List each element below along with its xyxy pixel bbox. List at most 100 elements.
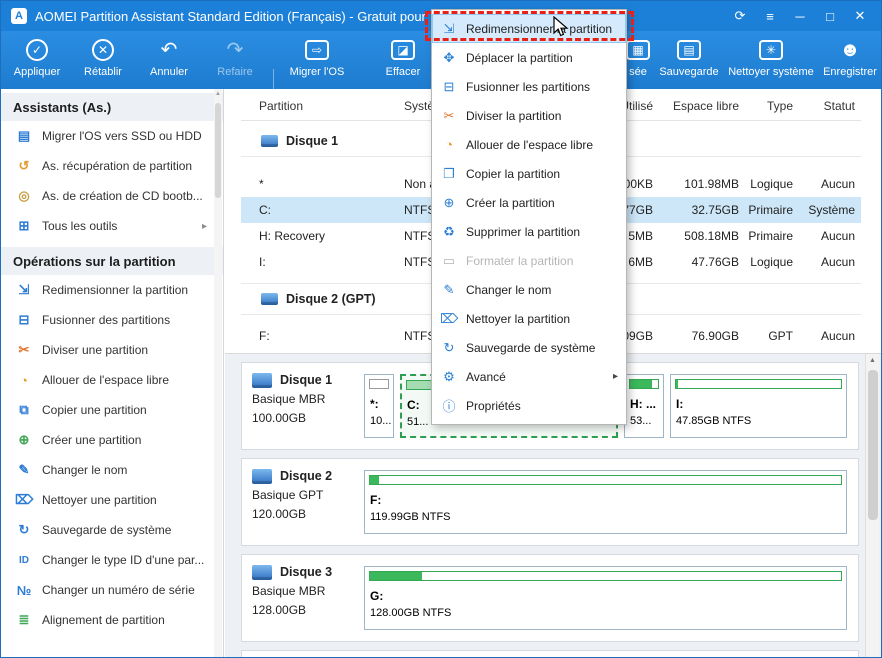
partition-block-unallocated[interactable]: *: 10...	[364, 374, 394, 438]
app-window: A AOMEI Partition Assistant Standard Edi…	[0, 0, 882, 658]
wipe-partition-icon: ⌦	[15, 492, 34, 507]
hamburger-menu-icon[interactable]: ≡	[755, 9, 785, 24]
context-menu: ⇲ Redimensionner la partition ✥ Déplacer…	[431, 9, 627, 425]
resize-partition-icon: ⇲	[443, 20, 455, 36]
partition-block-i[interactable]: I: 47.85GB NTFS	[670, 374, 847, 438]
toolbar-button-backup[interactable]: ▤ Sauvegarde	[657, 35, 721, 87]
copy-partition-icon: ❐	[443, 165, 455, 181]
format-partition-icon: ▭	[442, 252, 456, 268]
delete-partition-icon: ♻	[443, 223, 455, 239]
sidebar-item-rename[interactable]: ✎ Changer le nom	[1, 455, 223, 485]
toolbar-button-register[interactable]: ☻ Enregistrer	[821, 35, 879, 87]
undo-icon: ↶	[160, 39, 178, 61]
menu-item-copy-partition[interactable]: ❐ Copier la partition	[432, 159, 626, 188]
partition-block-f[interactable]: F: 119.99GB NTFS	[364, 470, 847, 534]
discard-icon: ✕	[73, 36, 133, 64]
partition-block-h[interactable]: H: ... 53...	[624, 374, 664, 438]
disk-icon	[261, 293, 278, 305]
menu-item-resize-partition[interactable]: ⇲ Redimensionner la partition	[432, 14, 626, 43]
erase-icon: ◪	[371, 36, 435, 64]
sidebar-item-resize-partition[interactable]: ⇲ Redimensionner la partition	[1, 275, 223, 305]
system-backup-icon: ↻	[18, 522, 30, 537]
system-backup-icon: ↻	[443, 339, 455, 355]
disk-panel-2: Disque 2 Basique GPT 120.00GB F: 119.99G…	[241, 458, 859, 546]
sidebar-item-bootable-cd[interactable]: ◎ As. de création de CD bootb...	[1, 181, 223, 211]
recovery-icon: ↺	[18, 158, 30, 173]
disk-panel-3: Disque 3 Basique MBR 128.00GB G: 128.00G…	[241, 554, 859, 642]
wipe-partition-icon: ⌦	[440, 310, 459, 326]
clean-system-icon: ✳	[727, 36, 815, 64]
toolbar-button-discard[interactable]: ✕ Rétablir	[73, 35, 133, 87]
sidebar-item-split-partition[interactable]: ✂ Diviser une partition	[1, 335, 223, 365]
advanced-icon: ⚙	[443, 368, 455, 384]
apply-icon: ✓	[7, 36, 67, 64]
redo-icon: ↷	[226, 39, 244, 61]
disk-panel-partial	[241, 650, 859, 657]
menu-item-split-partition[interactable]: ✂ Diviser la partition	[432, 101, 626, 130]
menu-item-merge-partitions[interactable]: ⊟ Fusionner les partitions	[432, 72, 626, 101]
sidebar-item-system-backup[interactable]: ↻ Sauvegarde de système	[1, 515, 223, 545]
bootable-cd-icon: ◎	[18, 188, 30, 203]
sidebar-scrollbar[interactable]: ▲	[214, 89, 222, 657]
toolbar-button-clean-system[interactable]: ✳ Nettoyer système	[727, 35, 815, 87]
window-controls: ⟳ ≡ ─ □ ✕	[725, 1, 875, 31]
create-partition-icon: ⊕	[443, 194, 455, 210]
sidebar-item-merge-partitions[interactable]: ⊟ Fusionner des partitions	[1, 305, 223, 335]
sidebar-item-allocate-free-space[interactable]: ◔ Allouer de l'espace libre	[1, 365, 223, 395]
sidebar-item-copy-partition[interactable]: ⧉ Copier une partition	[1, 395, 223, 425]
serial-number-icon: №	[16, 582, 32, 598]
maximize-button[interactable]: □	[815, 9, 845, 24]
menu-item-delete-partition[interactable]: ♻ Supprimer la partition	[432, 217, 626, 246]
copy-partition-icon: ⧉	[19, 402, 29, 417]
sidebar-item-create-partition[interactable]: ⊕ Créer une partition	[1, 425, 223, 455]
disk-icon	[261, 134, 278, 147]
move-partition-icon: ✥	[443, 49, 455, 65]
sidebar-section-partition-operations: Opérations sur la partition	[1, 247, 223, 275]
sidebar-item-partition-recovery[interactable]: ↺ As. récupération de partition	[1, 151, 223, 181]
sidebar-item-change-type-id[interactable]: ID Changer le type ID d'une par...	[1, 545, 223, 575]
toolbar-button-redo: ↷ Refaire	[205, 35, 265, 87]
disk-map-scrollbar-thumb[interactable]	[868, 370, 878, 520]
menu-item-rename[interactable]: ✎ Changer le nom	[432, 275, 626, 304]
allocate-free-space-icon: ◔	[20, 372, 28, 388]
scroll-up-icon[interactable]: ▲	[214, 91, 222, 97]
menu-item-create-partition[interactable]: ⊕ Créer la partition	[432, 188, 626, 217]
sidebar-item-all-tools[interactable]: ⊞ Tous les outils ▸	[1, 211, 223, 241]
submenu-arrow-icon: ▸	[612, 371, 618, 382]
sidebar-scrollbar-thumb[interactable]	[215, 103, 221, 198]
toolbar-button-undo[interactable]: ↶ Annuler	[139, 35, 199, 87]
menu-item-system-backup[interactable]: ↻ Sauvegarde de système	[432, 333, 626, 362]
refresh-icon[interactable]: ⟳	[725, 8, 755, 24]
allocate-free-space-icon: ◔	[445, 137, 453, 152]
sidebar-item-migrate-os[interactable]: ▤ Migrer l'OS vers SSD ou HDD	[1, 121, 223, 151]
migrate-os-icon: ⇨	[281, 36, 353, 64]
sidebar-item-change-serial-number[interactable]: № Changer un numéro de série	[1, 575, 223, 605]
rename-icon: ✎	[18, 462, 30, 477]
merge-partitions-icon: ⊟	[443, 78, 455, 94]
close-button[interactable]: ✕	[845, 8, 875, 24]
menu-item-move-partition[interactable]: ✥ Déplacer la partition	[432, 43, 626, 72]
sidebar-item-partition-alignment[interactable]: ≣ Alignement de partition	[1, 605, 223, 635]
scroll-up-icon[interactable]: ▲	[866, 354, 879, 368]
split-partition-icon: ✂	[443, 107, 455, 123]
menu-item-properties[interactable]: ⓘ Propriétés	[432, 391, 626, 420]
properties-icon: ⓘ	[442, 399, 456, 414]
menu-item-advanced[interactable]: ⚙ Avancé ▸	[432, 362, 626, 391]
toolbar-button-erase[interactable]: ◪ Effacer	[371, 35, 435, 87]
disk-icon	[252, 373, 272, 388]
disk-icon	[252, 469, 272, 484]
app-logo-icon: A	[11, 8, 27, 24]
sidebar-section-assistants: Assistants (As.)	[1, 93, 223, 121]
toolbar-button-apply[interactable]: ✓ Appliquer	[7, 35, 67, 87]
disk-map-scrollbar[interactable]: ▲	[865, 354, 879, 657]
sidebar-item-wipe-partition[interactable]: ⌦ Nettoyer une partition	[1, 485, 223, 515]
app-title: AOMEI Partition Assistant Standard Editi…	[35, 8, 426, 24]
menu-item-allocate-free-space[interactable]: ◔ Allouer de l'espace libre	[432, 130, 626, 159]
chevron-right-icon: ▸	[201, 220, 207, 232]
alignment-icon: ≣	[18, 612, 30, 627]
partition-block-g[interactable]: G: 128.00GB NTFS	[364, 566, 847, 630]
toolbar-button-migrate-os[interactable]: ⇨ Migrer l'OS	[281, 35, 353, 87]
minimize-button[interactable]: ─	[785, 9, 815, 24]
menu-item-wipe-partition[interactable]: ⌦ Nettoyer la partition	[432, 304, 626, 333]
split-partition-icon: ✂	[18, 342, 30, 357]
